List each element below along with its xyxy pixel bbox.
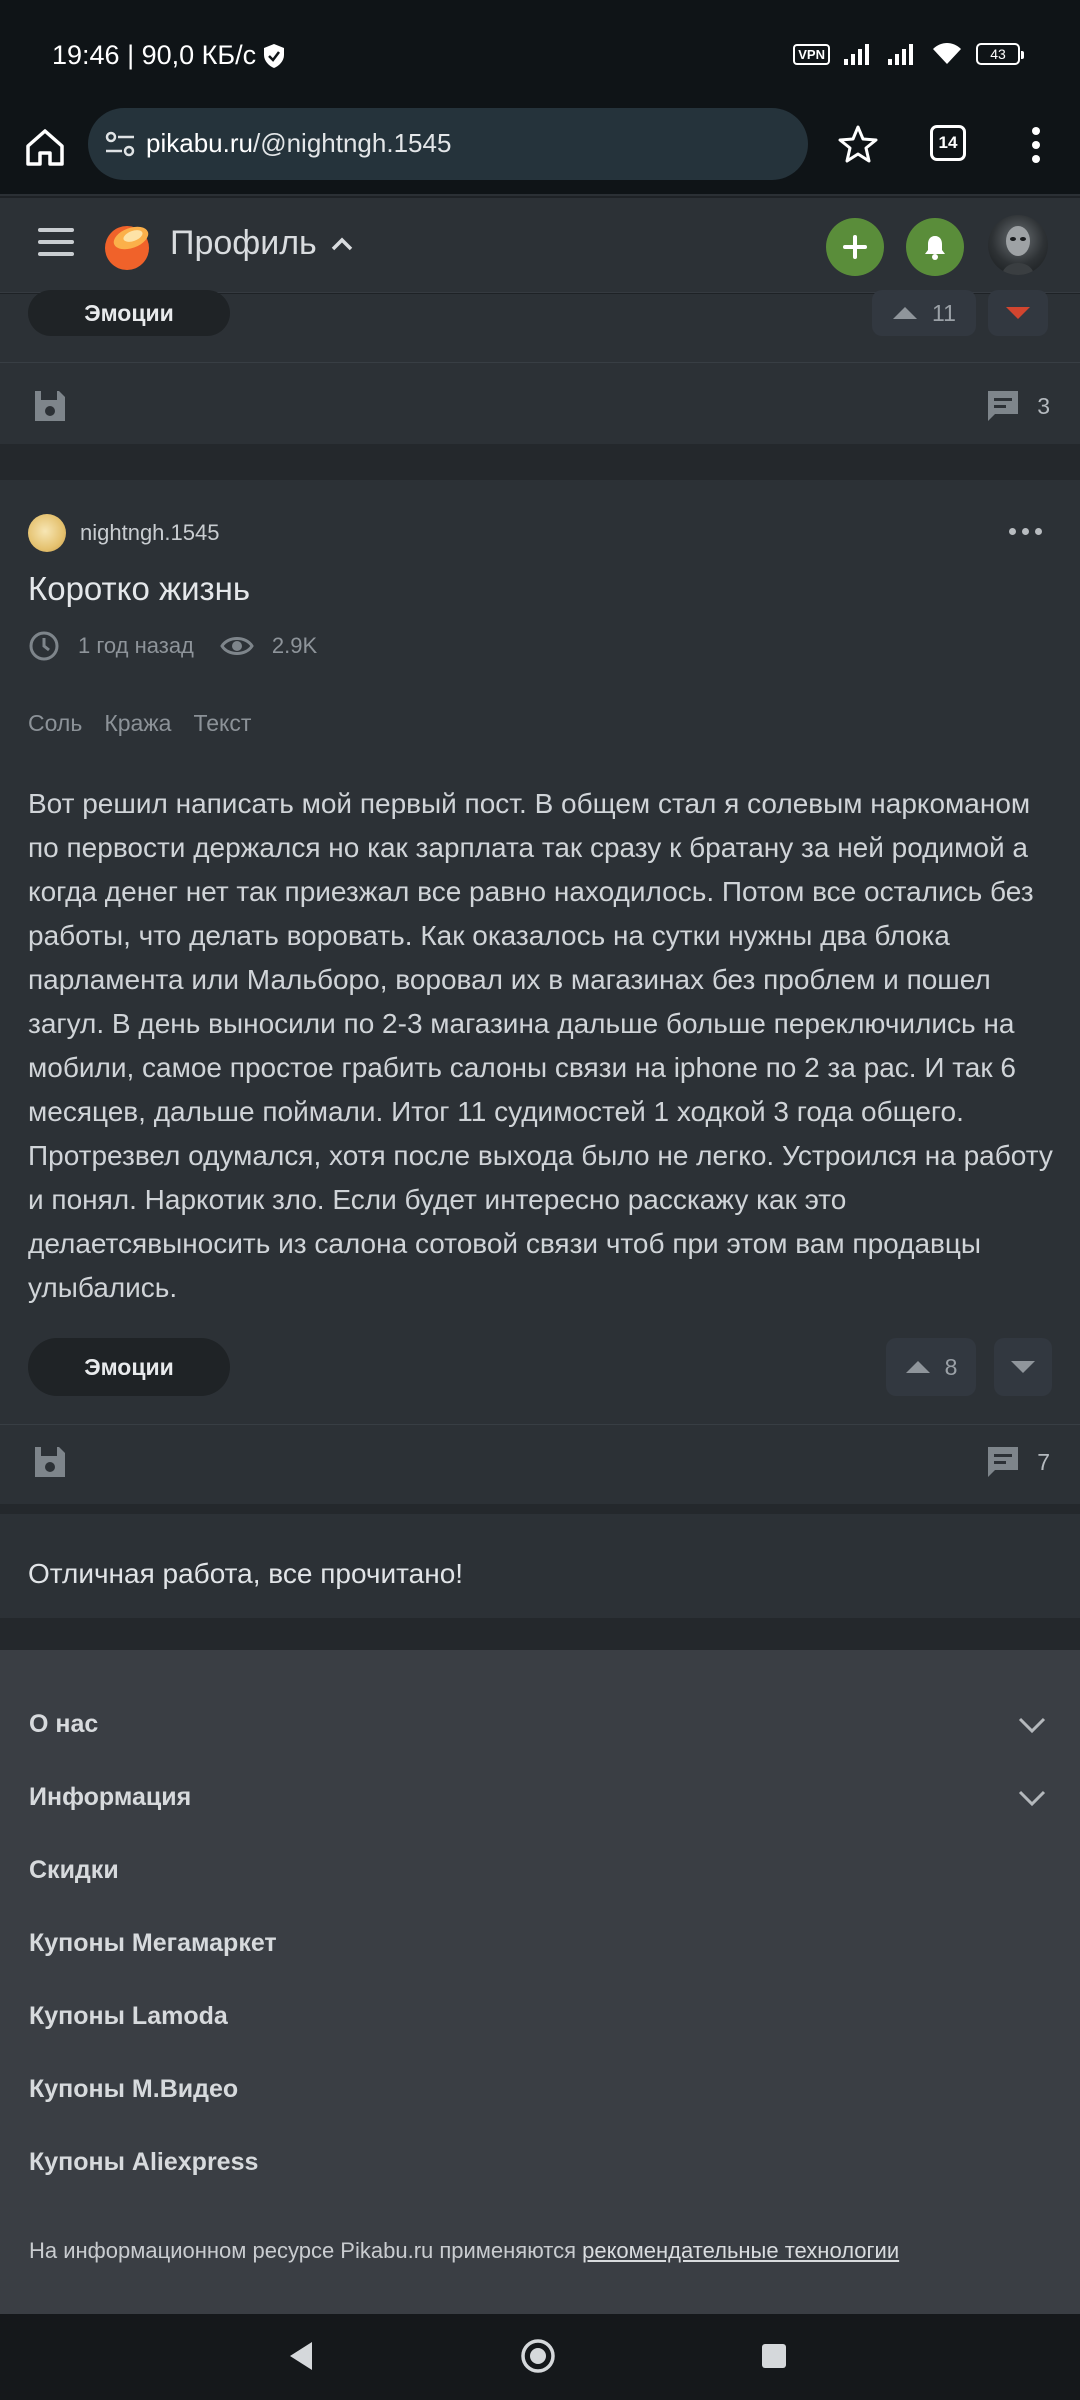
status-bar: 19:46 | 90,0 КБ/с VPN 43 bbox=[0, 0, 1080, 108]
home-nav-icon[interactable] bbox=[518, 2336, 558, 2376]
plus-icon bbox=[843, 235, 867, 259]
signal-icon bbox=[844, 44, 869, 65]
more-options-icon[interactable] bbox=[1009, 528, 1042, 535]
divider bbox=[0, 362, 1080, 363]
arrow-down-icon bbox=[1011, 1361, 1035, 1373]
site-settings-icon[interactable] bbox=[102, 126, 138, 162]
avatar-image bbox=[1002, 226, 1034, 275]
clock-icon bbox=[29, 631, 59, 661]
tag[interactable]: Кража bbox=[104, 710, 171, 737]
footer-item-info[interactable]: Информация bbox=[29, 1783, 191, 1812]
all-read-text: Отличная работа, все прочитано! bbox=[28, 1558, 464, 1589]
comment-icon bbox=[988, 391, 1019, 421]
chevron-down-icon[interactable] bbox=[1018, 1789, 1046, 1807]
comment-count: 7 bbox=[1037, 1448, 1050, 1475]
arrow-up-icon bbox=[905, 1361, 930, 1373]
post-body: Вот решил написать мой первый пост. В об… bbox=[28, 788, 1053, 1303]
card-gap bbox=[0, 1504, 1080, 1514]
all-read-banner: Отличная работа, все прочитано! bbox=[0, 1514, 1080, 1618]
chevron-down-icon[interactable] bbox=[1018, 1716, 1046, 1734]
status-time: 19:46 | 90,0 КБ/с bbox=[52, 40, 286, 71]
footer-note: На информационном ресурсе Pikabu.ru прим… bbox=[29, 2238, 899, 2264]
chevron-up-icon bbox=[331, 237, 353, 250]
downvote-button[interactable] bbox=[994, 1338, 1052, 1396]
post-meta: 1 год назад 2.9K bbox=[28, 630, 317, 662]
upvote-button[interactable]: 8 bbox=[886, 1338, 976, 1396]
bell-icon bbox=[925, 236, 945, 260]
author-name[interactable]: nightngh.1545 bbox=[80, 520, 219, 546]
downvote-button[interactable] bbox=[988, 290, 1048, 336]
comments-button[interactable]: 3 bbox=[985, 388, 1050, 424]
browser-menu-icon[interactable] bbox=[1030, 125, 1042, 165]
divider bbox=[0, 1424, 1080, 1425]
save-icon[interactable] bbox=[32, 388, 68, 424]
recommendation-tech-link[interactable]: рекомендательные технологии bbox=[582, 2238, 899, 2263]
footer-item-mvideo[interactable]: Купоны М.Видео bbox=[29, 2075, 238, 2104]
app-header: Профиль bbox=[0, 198, 1080, 293]
previous-post-card: Эмоции 11 3 bbox=[0, 290, 1080, 444]
browser-toolbar: pikabu.ru/@nightngh.1545 14 bbox=[0, 108, 1080, 196]
recents-icon[interactable] bbox=[754, 2336, 794, 2376]
post-card: nightngh.1545 Коротко жизнь 1 год назад … bbox=[0, 480, 1080, 1504]
post-tags: Соль Кража Текст bbox=[28, 710, 251, 737]
section-gap bbox=[0, 1618, 1080, 1650]
arrow-down-icon bbox=[1006, 307, 1030, 319]
eye-icon bbox=[220, 637, 254, 655]
comments-button[interactable]: 7 bbox=[985, 1444, 1050, 1480]
tag[interactable]: Соль bbox=[28, 710, 82, 737]
page-title-text: Профиль bbox=[170, 224, 317, 262]
user-avatar[interactable] bbox=[988, 215, 1048, 275]
system-nav-bar bbox=[0, 2314, 1080, 2400]
wifi-icon bbox=[933, 43, 961, 64]
tag[interactable]: Текст bbox=[193, 710, 251, 737]
comment-icon bbox=[988, 1447, 1019, 1477]
status-time-speed: 19:46 | 90,0 КБ/с bbox=[52, 40, 257, 70]
tab-switcher-button[interactable]: 14 bbox=[930, 125, 966, 161]
address-bar[interactable]: pikabu.ru/@nightngh.1545 bbox=[88, 108, 808, 180]
battery-indicator: 43 bbox=[976, 43, 1024, 65]
post-views: 2.9K bbox=[271, 633, 318, 658]
add-post-button[interactable] bbox=[826, 218, 884, 276]
url-text: pikabu.ru/@nightngh.1545 bbox=[146, 128, 451, 159]
menu-icon[interactable] bbox=[38, 226, 74, 258]
card-gap bbox=[0, 444, 1080, 480]
shield-icon bbox=[264, 43, 285, 68]
signal-icon bbox=[888, 44, 913, 65]
footer-item-lamoda[interactable]: Купоны Lamoda bbox=[29, 2002, 228, 2031]
status-icons: VPN 43 bbox=[793, 42, 1024, 66]
upvote-count: 8 bbox=[944, 1353, 958, 1380]
author-avatar[interactable] bbox=[28, 514, 66, 552]
pikabu-logo-icon[interactable] bbox=[100, 218, 154, 272]
upvote-count: 11 bbox=[932, 299, 956, 326]
post-author[interactable]: nightngh.1545 bbox=[28, 514, 219, 552]
footer-item-aliexpress[interactable]: Купоны Aliexpress bbox=[29, 2148, 258, 2177]
page-title[interactable]: Профиль bbox=[170, 224, 353, 263]
home-icon[interactable] bbox=[22, 124, 68, 170]
site-footer: О нас Информация Скидки Купоны Мегамарке… bbox=[0, 1650, 1080, 2314]
upvote-button[interactable]: 11 bbox=[872, 290, 976, 336]
arrow-up-icon bbox=[893, 307, 918, 319]
vpn-badge: VPN bbox=[793, 43, 830, 65]
comment-count: 3 bbox=[1037, 392, 1050, 419]
bookmark-star-icon[interactable] bbox=[838, 124, 878, 164]
reactions-button[interactable]: Эмоции bbox=[28, 1338, 230, 1396]
save-icon[interactable] bbox=[32, 1444, 68, 1480]
post-title[interactable]: Коротко жизнь bbox=[28, 570, 250, 608]
footer-item-about[interactable]: О нас bbox=[29, 1710, 98, 1739]
back-icon[interactable] bbox=[282, 2336, 322, 2376]
url-path: /@nightngh.1545 bbox=[252, 128, 452, 158]
footer-item-megamarket[interactable]: Купоны Мегамаркет bbox=[29, 1929, 277, 1958]
footer-note-text: На информационном ресурсе Pikabu.ru прим… bbox=[29, 2238, 583, 2263]
post-time: 1 год назад bbox=[78, 633, 194, 658]
footer-item-discounts[interactable]: Скидки bbox=[29, 1856, 119, 1885]
reactions-button[interactable]: Эмоции bbox=[28, 290, 230, 336]
notifications-button[interactable] bbox=[906, 218, 964, 276]
url-host: pikabu.ru bbox=[146, 128, 253, 158]
